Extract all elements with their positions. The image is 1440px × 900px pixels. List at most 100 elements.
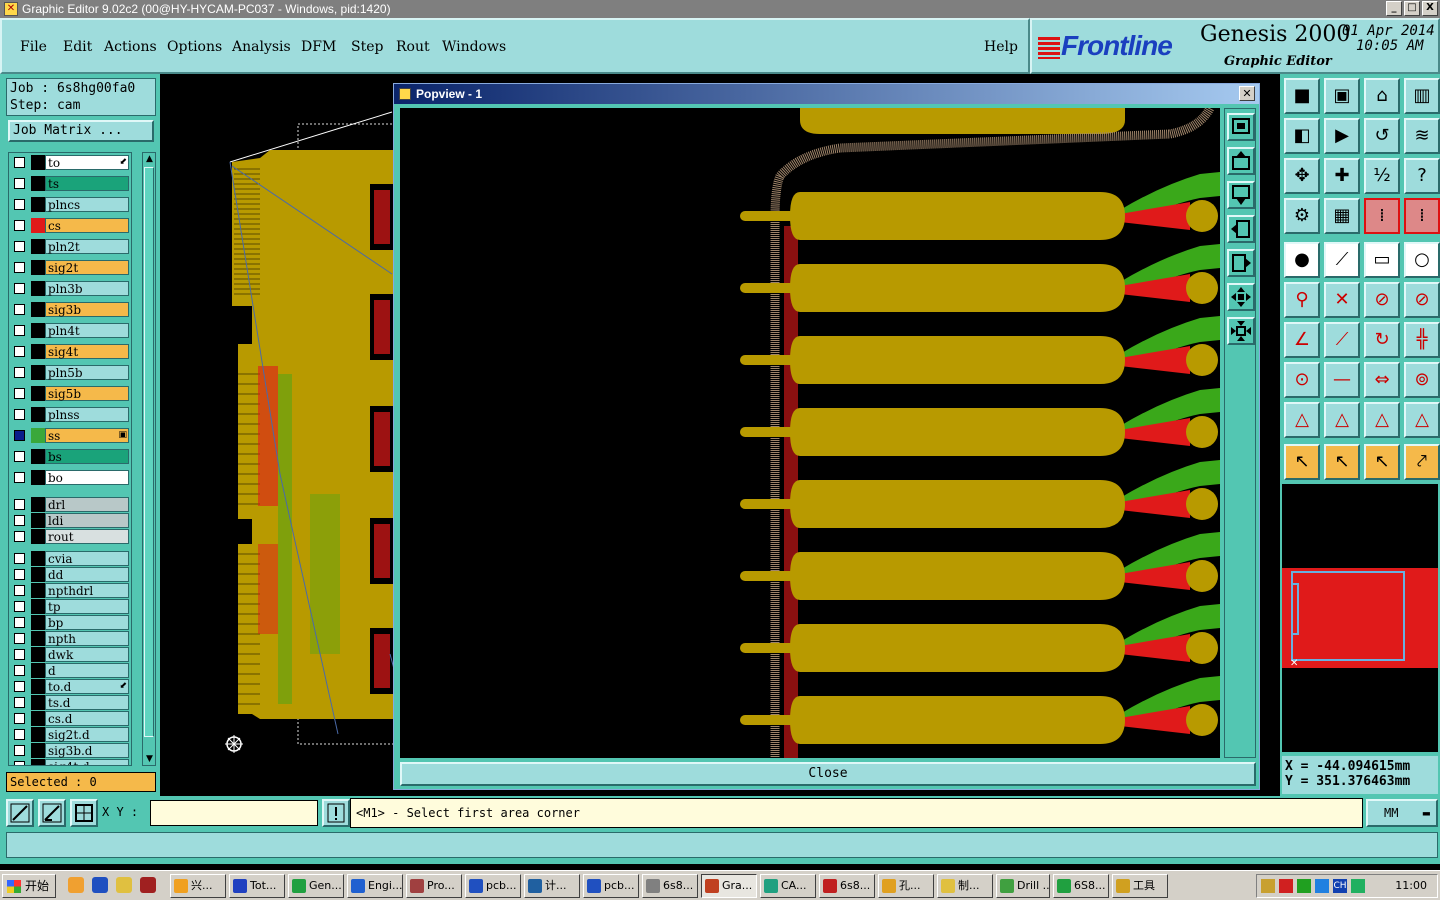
popview-close-icon[interactable]: ✕	[1239, 86, 1255, 101]
pad-icon[interactable]: ●	[1284, 242, 1320, 278]
job-matrix-button[interactable]: Job Matrix ...	[8, 120, 154, 142]
layer-checkbox[interactable]	[14, 665, 25, 676]
layer-name[interactable]: sig5b	[45, 386, 129, 401]
layer-name[interactable]: pln2t	[45, 239, 129, 254]
start-button[interactable]: 开始	[2, 874, 56, 898]
layer-name[interactable]: sig3b.d	[45, 743, 129, 758]
layer-name[interactable]: to.d	[45, 679, 129, 694]
line-icon[interactable]: ⟋	[1324, 242, 1360, 278]
layer-name[interactable]: ss	[45, 428, 129, 443]
taskbar-item[interactable]: pcb...	[583, 874, 639, 898]
layer-name[interactable]: pln3b	[45, 281, 129, 296]
layer-row[interactable]: sig5b	[9, 386, 131, 401]
layer-row[interactable]: pln2t	[9, 239, 131, 254]
layer-row[interactable]: bp	[9, 615, 131, 630]
layer-row[interactable]: ldi	[9, 513, 131, 528]
layer-name[interactable]: npthdrl	[45, 583, 129, 598]
group-icon[interactable]: ⊚	[1404, 362, 1440, 398]
layer-row[interactable]: dwk	[9, 647, 131, 662]
minimap[interactable]: ✕	[1282, 484, 1438, 752]
open-step-icon[interactable]: ■	[1284, 78, 1320, 114]
scroll-thumb[interactable]	[144, 167, 154, 737]
layer-name[interactable]: ts.d	[45, 695, 129, 710]
scroll-down-icon[interactable]: ▼	[144, 753, 155, 765]
layer-name[interactable]: sig4t.d	[45, 759, 129, 765]
layer-row[interactable]: rout	[9, 529, 131, 544]
taskbar-item[interactable]: CA...	[760, 874, 816, 898]
layer-name[interactable]: pln5b	[45, 365, 129, 380]
layer-row[interactable]: pln5b	[9, 365, 131, 380]
pv-pan-right-icon[interactable]	[1227, 249, 1255, 277]
layer-row[interactable]: cs.d	[9, 711, 131, 726]
layer-color-swatch[interactable]	[31, 647, 45, 662]
zoom-area-icon[interactable]: ✚	[1324, 158, 1360, 194]
layer-row[interactable]: drl	[9, 497, 131, 512]
layer-row[interactable]: tp	[9, 599, 131, 614]
layer-row[interactable]: d	[9, 663, 131, 678]
layer-color-swatch[interactable]	[31, 197, 45, 212]
text-icon[interactable]: ╬	[1404, 322, 1440, 358]
layer-row[interactable]: cvia	[9, 551, 131, 566]
layer-color-swatch[interactable]	[31, 155, 45, 170]
layer-color-swatch[interactable]	[31, 551, 45, 566]
select-poly-icon[interactable]: ↖	[1364, 444, 1400, 480]
tools-icon[interactable]: ⚙	[1284, 198, 1320, 234]
popview-titlebar[interactable]: Popview - 1 ✕	[394, 84, 1259, 104]
layer-name[interactable]: dd	[45, 567, 129, 582]
window-icon[interactable]: ▥	[1404, 78, 1440, 114]
units-select[interactable]: MM ▬	[1366, 799, 1438, 827]
maximize-button[interactable]: □	[1404, 1, 1420, 16]
layer-color-swatch[interactable]	[31, 239, 45, 254]
layer-checkbox[interactable]	[14, 697, 25, 708]
taskbar-item[interactable]: 计...	[524, 874, 580, 898]
taskbar-item[interactable]: 6s8...	[819, 874, 875, 898]
layer-name[interactable]: ldi	[45, 513, 129, 528]
layer-checkbox[interactable]	[14, 569, 25, 580]
layer-name[interactable]: sig4t	[45, 344, 129, 359]
layer-checkbox[interactable]	[14, 157, 25, 168]
menu-rout[interactable]: Rout	[396, 39, 430, 55]
layer-checkbox[interactable]	[14, 633, 25, 644]
triangle-warn-icon[interactable]: △	[1284, 402, 1320, 438]
layer-checkbox[interactable]	[14, 515, 25, 526]
arc-icon[interactable]: ↻	[1364, 322, 1400, 358]
layer-name[interactable]: to	[45, 155, 129, 170]
taskbar-item[interactable]: 孔...	[878, 874, 934, 898]
tray-icon-6[interactable]	[1351, 879, 1365, 893]
layer-row[interactable]: sig3b.d	[9, 743, 131, 758]
draw-line-icon[interactable]: ⟋	[1324, 322, 1360, 358]
quicklaunch-icon-2[interactable]	[92, 877, 108, 893]
layer-color-swatch[interactable]	[31, 497, 45, 512]
layer-checkbox[interactable]	[14, 409, 25, 420]
xy-input[interactable]	[150, 800, 318, 826]
taskbar-item[interactable]: Gra...	[701, 874, 757, 898]
layer-row[interactable]: cs	[9, 218, 131, 233]
taskbar-item[interactable]: Gen...	[288, 874, 344, 898]
layer-name[interactable]: plnss	[45, 407, 129, 422]
taskbar-item[interactable]: 6S8...	[1053, 874, 1109, 898]
circle-icon[interactable]: ○	[1404, 242, 1440, 278]
layer-checkbox[interactable]	[14, 388, 25, 399]
layer-checkbox[interactable]	[14, 325, 25, 336]
scale-1-2-icon[interactable]: ½	[1364, 158, 1400, 194]
layer-row[interactable]: pln3b	[9, 281, 131, 296]
layer-row[interactable]: bo	[9, 470, 131, 485]
layer-name[interactable]: dwk	[45, 647, 129, 662]
layer-color-swatch[interactable]	[31, 583, 45, 598]
grid-view-icon[interactable]: ▦	[1324, 198, 1360, 234]
pv-pan-down-icon[interactable]	[1227, 181, 1255, 209]
angle-icon[interactable]: ∠	[1284, 322, 1320, 358]
netlist-icon[interactable]: ⁞	[1364, 198, 1400, 234]
layer-checkbox[interactable]	[14, 761, 25, 765]
layer-color-swatch[interactable]	[31, 344, 45, 359]
distance-icon[interactable]: ⇔	[1364, 362, 1400, 398]
layer-checkbox[interactable]	[14, 451, 25, 462]
tray-icon-1[interactable]	[1261, 879, 1275, 893]
layer-name[interactable]: bp	[45, 615, 129, 630]
fit-icon[interactable]: ✥	[1284, 158, 1320, 194]
layer-color-swatch[interactable]	[31, 529, 45, 544]
layer-name[interactable]: rout	[45, 529, 129, 544]
layer-row[interactable]: to ⬋	[9, 155, 131, 170]
layer-row[interactable]: npthdrl	[9, 583, 131, 598]
taskbar-item[interactable]: 兴...	[170, 874, 226, 898]
